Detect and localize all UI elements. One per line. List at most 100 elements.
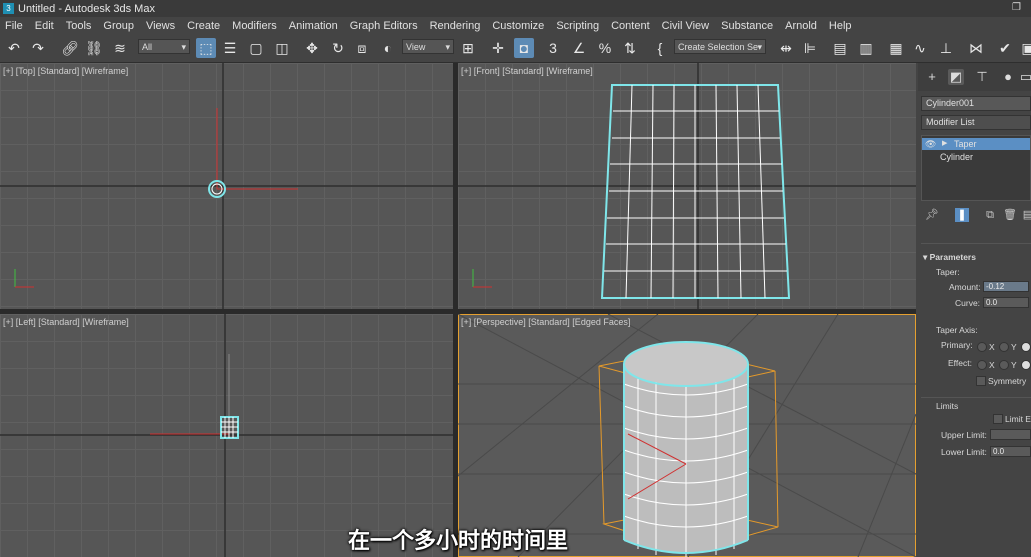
lower-limit-spinner[interactable]: 0.0 — [990, 446, 1031, 457]
rectangular-selection-icon[interactable]: ▢ — [246, 38, 266, 58]
limit-effect-checkbox[interactable] — [993, 414, 1003, 424]
left-viewport[interactable]: [+] [Left] [Standard] [Wireframe] — [0, 314, 453, 557]
angle-snap-icon[interactable]: ∠ — [569, 38, 589, 58]
parameters-rollout: ▾ Parameters Taper: Amount: -0.12 Curve:… — [921, 252, 1031, 392]
dope-sheet-icon[interactable]: ⊥ — [936, 38, 956, 58]
motion-tab-icon[interactable]: ● — [1000, 69, 1016, 85]
selection-filter-dropdown[interactable]: All — [138, 39, 190, 55]
rotate-icon[interactable]: ↻ — [328, 38, 348, 58]
menu-customize[interactable]: Customize — [492, 20, 544, 32]
viewport-label-top[interactable]: [+] [Top] [Standard] [Wireframe] — [3, 66, 128, 76]
menu-rendering[interactable]: Rendering — [430, 20, 481, 32]
front-viewport[interactable]: [+] [Front] [Standard] [Wireframe] — [458, 63, 916, 309]
display-tab-icon[interactable]: ▭ — [1018, 69, 1031, 85]
menu-content[interactable]: Content — [611, 20, 650, 32]
menu-substance[interactable]: Substance — [721, 20, 773, 32]
menu-create[interactable]: Create — [187, 20, 220, 32]
menu-group[interactable]: Group — [103, 20, 134, 32]
select-object-icon[interactable]: ⬚ — [196, 38, 216, 58]
stack-tools: 📌︎ ❚ ⧉ 🗑︎ ▤ — [921, 208, 1031, 224]
align-icon[interactable]: ⊫ — [800, 38, 820, 58]
undo-icon[interactable]: ↶ — [4, 38, 24, 58]
create-tab-icon[interactable]: + — [924, 69, 940, 85]
menu-graph-editors[interactable]: Graph Editors — [350, 20, 418, 32]
upper-limit-spinner[interactable] — [990, 429, 1031, 440]
edit-named-selection-icon[interactable]: { — [650, 38, 670, 58]
amount-label: Amount: — [949, 282, 981, 292]
curve-editor-icon[interactable]: ∿ — [910, 38, 930, 58]
symmetry-checkbox[interactable] — [976, 376, 986, 386]
perspective-viewport[interactable]: [+] [Perspective] [Standard] [Edged Face… — [458, 314, 916, 557]
bind-spacewarp-icon[interactable]: ≋ — [110, 38, 130, 58]
menu-views[interactable]: Views — [146, 20, 175, 32]
app-logo-icon: 3 — [3, 3, 14, 14]
curve-spinner[interactable]: 0.0 — [983, 297, 1029, 308]
object-name-field[interactable]: Cylinder001 — [921, 96, 1031, 111]
material-editor-icon[interactable]: ✔ — [995, 38, 1015, 58]
symmetry-label: Symmetry — [988, 376, 1027, 386]
viewport-label-perspective[interactable]: [+] [Perspective] [Standard] [Edged Face… — [461, 317, 630, 327]
viewport-label-front[interactable]: [+] [Front] [Standard] [Wireframe] — [461, 66, 593, 76]
effect-x-radio[interactable] — [977, 360, 987, 370]
pivot-center-icon[interactable]: ⊞ — [458, 38, 478, 58]
menu-bar: File Edit Tools Group Views Create Modif… — [0, 17, 1031, 34]
configure-sets-icon[interactable]: ▤ — [1021, 208, 1031, 222]
menu-tools[interactable]: Tools — [66, 20, 92, 32]
snaps-toggle-icon[interactable]: 3 — [543, 38, 563, 58]
reference-coordinate-dropdown[interactable]: View — [402, 39, 454, 55]
window-crossing-icon[interactable]: ◫ — [272, 38, 292, 58]
scene-explorer-icon[interactable]: ▤ — [830, 38, 850, 58]
layer-explorer-icon[interactable]: ▥ — [856, 38, 876, 58]
menu-arnold[interactable]: Arnold — [785, 20, 817, 32]
lower-limit-label: Lower Limit: — [941, 447, 987, 457]
stack-item-taper[interactable]: 👁︎ ▶ Taper — [922, 138, 1030, 150]
make-unique-icon[interactable]: ⧉ — [983, 208, 997, 222]
effect-y-label: Y — [1011, 360, 1017, 370]
menu-civil-view[interactable]: Civil View — [662, 20, 709, 32]
unlink-icon[interactable]: ⛓ — [84, 38, 104, 58]
percent-snap-icon[interactable]: % — [595, 38, 615, 58]
render-setup-icon[interactable]: ▣ — [1018, 38, 1031, 58]
hierarchy-tab-icon[interactable]: ⊤ — [974, 69, 990, 85]
redo-icon[interactable]: ↷ — [28, 38, 48, 58]
pin-stack-icon[interactable]: 📌︎ — [925, 208, 939, 222]
modifier-list-dropdown[interactable]: Modifier List — [921, 115, 1031, 130]
visibility-eye-icon[interactable]: 👁︎ — [925, 138, 936, 150]
spinner-snap-icon[interactable]: ⇅ — [620, 38, 640, 58]
menu-edit[interactable]: Edit — [35, 20, 54, 32]
restore-window-icon[interactable]: ❐ — [1012, 2, 1021, 13]
top-viewport[interactable]: [+] [Top] [Standard] [Wireframe] — [0, 63, 453, 309]
move-icon[interactable]: ✥ — [302, 38, 322, 58]
keyboard-shortcut-override-icon[interactable]: ◘ — [514, 38, 534, 58]
parameters-rollout-header[interactable]: ▾ Parameters — [923, 252, 976, 263]
effect-y-radio[interactable] — [999, 360, 1009, 370]
effect-xy-radio[interactable] — [1021, 360, 1031, 370]
divider — [921, 243, 1031, 244]
modify-tab-icon[interactable]: ◩ — [948, 69, 964, 85]
primary-z-radio[interactable] — [1021, 342, 1031, 352]
primary-y-radio[interactable] — [999, 342, 1009, 352]
menu-modifiers[interactable]: Modifiers — [232, 20, 277, 32]
show-end-result-icon[interactable]: ❚ — [955, 208, 969, 222]
remove-modifier-icon[interactable]: 🗑︎ — [1003, 208, 1017, 222]
placement-icon[interactable]: ◐ — [378, 38, 398, 58]
primary-x-radio[interactable] — [977, 342, 987, 352]
link-icon[interactable]: 🔗︎ — [60, 38, 80, 58]
main-toolbar: ↶ ↷ 🔗︎ ⛓ ≋ All ⬚ ☰ ▢ ◫ ✥ ↻ ⧈ ◐ View ⊞ ✛ … — [0, 34, 1031, 63]
effect-label: Effect: — [948, 358, 972, 368]
menu-file[interactable]: File — [5, 20, 23, 32]
menu-animation[interactable]: Animation — [289, 20, 338, 32]
menu-scripting[interactable]: Scripting — [556, 20, 599, 32]
ribbon-icon[interactable]: ▦ — [886, 38, 906, 58]
select-by-name-icon[interactable]: ☰ — [220, 38, 240, 58]
select-manipulate-icon[interactable]: ✛ — [488, 38, 508, 58]
mirror-icon[interactable]: ⇹ — [776, 38, 796, 58]
menu-help[interactable]: Help — [829, 20, 852, 32]
expand-arrow-icon[interactable]: ▶ — [942, 138, 947, 150]
stack-item-cylinder[interactable]: Cylinder — [922, 151, 1030, 163]
scale-icon[interactable]: ⧈ — [352, 38, 372, 58]
amount-spinner[interactable]: -0.12 — [983, 281, 1029, 292]
schematic-view-icon[interactable]: ⋈ — [966, 38, 986, 58]
viewport-label-left[interactable]: [+] [Left] [Standard] [Wireframe] — [3, 317, 129, 327]
named-selection-set-dropdown[interactable]: Create Selection Se — [674, 39, 766, 55]
